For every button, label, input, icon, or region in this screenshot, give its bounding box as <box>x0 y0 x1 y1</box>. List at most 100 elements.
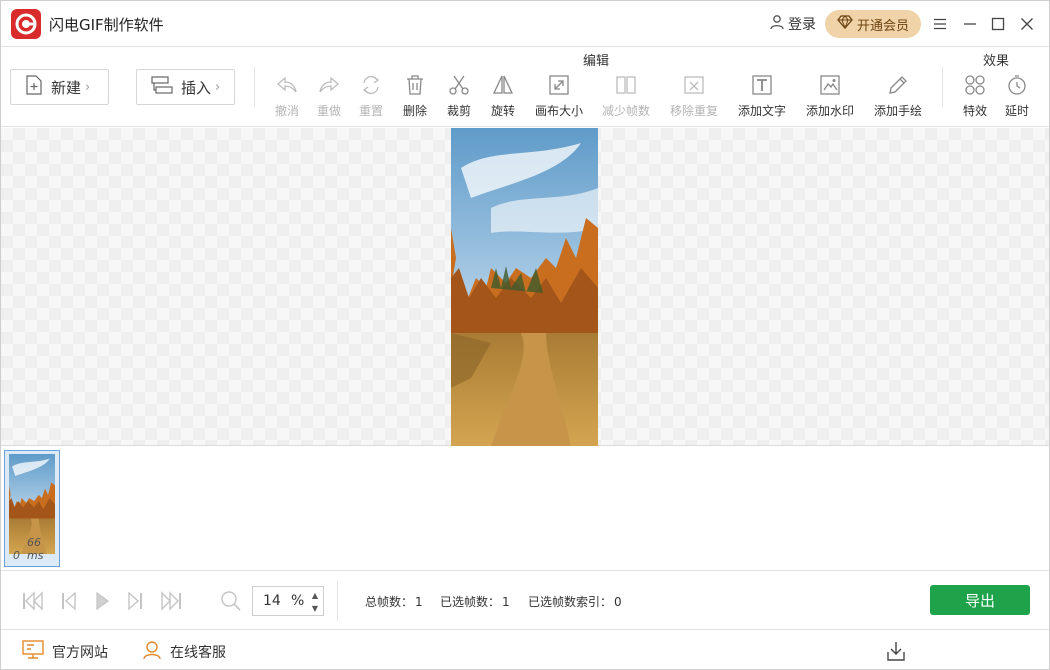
timer-icon <box>1005 73 1029 97</box>
total-frames-value: 1 <box>415 595 423 609</box>
trash-icon <box>403 73 427 97</box>
selected-frames-label: 已选帧数： <box>440 595 501 609</box>
tool-label: 添加水印 <box>805 104 854 118</box>
selected-index-stat: 已选帧数索引： 0 <box>528 593 622 610</box>
vip-label: 开通会员 <box>856 18 909 34</box>
effects-icon <box>963 73 987 97</box>
gif-preview-image <box>451 128 598 446</box>
vip-button[interactable]: 开通会员 <box>825 10 921 38</box>
login-button[interactable]: 登录 <box>769 14 816 34</box>
tool-label: 延时 <box>1004 104 1029 118</box>
tool-label: 撤消 <box>274 104 299 118</box>
zoom-unit: % <box>291 593 305 609</box>
zoom-icon <box>219 590 243 612</box>
selected-frames-stat: 已选帧数： 1 <box>440 593 510 610</box>
login-label: 登录 <box>788 17 816 33</box>
chevron-right-icon: › <box>85 79 91 95</box>
monitor-icon <box>22 640 44 664</box>
zoom-decrease-icon[interactable]: ▼ <box>309 602 321 614</box>
close-icon[interactable] <box>1016 13 1038 35</box>
pencil-icon <box>886 73 910 97</box>
insert-button[interactable]: 插入 › <box>136 69 235 105</box>
tool-rotate[interactable]: 旋转 <box>473 73 533 119</box>
menu-icon[interactable] <box>929 13 951 35</box>
toolbar-divider <box>942 67 943 107</box>
tool-label: 裁剪 <box>446 104 471 118</box>
canvas-resize-icon <box>547 73 571 97</box>
frame-index: 0 <box>13 549 20 562</box>
user-icon <box>769 14 785 34</box>
tool-remove-duplicates[interactable]: 移除重复 <box>664 73 724 119</box>
zoom-value[interactable]: 14 <box>263 593 281 609</box>
app-window: 闪电GIF制作软件 登录 开通会员 新建 › 插入 › 编辑 效果 撤消 重做 … <box>0 0 1050 670</box>
tool-label: 添加手绘 <box>873 104 922 118</box>
tool-add-text[interactable]: 添加文字 <box>732 73 792 119</box>
tool-delay[interactable]: 延时 <box>987 73 1047 119</box>
tool-label: 旋转 <box>490 104 515 118</box>
total-frames-stat: 总帧数： 1 <box>365 593 423 610</box>
support-icon <box>142 640 162 664</box>
official-website-label: 官方网站 <box>52 645 108 661</box>
minimize-icon[interactable] <box>959 13 981 35</box>
last-frame-icon[interactable] <box>159 590 183 612</box>
diamond-icon <box>837 15 853 33</box>
selected-frames-value: 1 <box>502 595 510 609</box>
text-icon <box>750 73 774 97</box>
total-frames-label: 总帧数： <box>365 595 414 609</box>
tool-label: 特效 <box>962 104 987 118</box>
tool-label: 画布大小 <box>534 104 583 118</box>
online-support-link[interactable]: 在线客服 <box>142 640 226 664</box>
playback-controls: 14 % ▲ ▼ 总帧数： 1 已选帧数： 1 已选帧数索引： 0 导出 <box>1 572 1049 630</box>
undo-icon <box>275 73 299 97</box>
tool-label: 重做 <box>316 104 341 118</box>
tool-label: 移除重复 <box>669 104 718 118</box>
selected-index-label: 已选帧数索引： <box>528 595 613 609</box>
toolbar-divider <box>254 67 255 107</box>
frame-duration: 66 ms <box>27 536 44 562</box>
online-support-label: 在线客服 <box>170 645 226 661</box>
chevron-right-icon: › <box>215 79 221 95</box>
official-website-link[interactable]: 官方网站 <box>22 640 108 664</box>
new-button[interactable]: 新建 › <box>10 69 109 105</box>
scissors-icon <box>447 73 471 97</box>
footer: 官方网站 在线客服 <box>1 631 1049 669</box>
play-icon[interactable] <box>90 590 114 612</box>
tool-label: 删除 <box>402 104 427 118</box>
toolbar: 新建 › 插入 › 编辑 效果 撤消 重做 重置 删除 裁剪 旋转 画布大小 减… <box>1 47 1049 127</box>
redo-icon <box>317 73 341 97</box>
selected-index-value: 0 <box>614 595 622 609</box>
frame-thumbnail[interactable]: 0 66 ms <box>4 450 60 567</box>
new-label: 新建 <box>51 78 82 97</box>
first-frame-icon[interactable] <box>21 590 45 612</box>
app-logo-icon <box>11 9 41 39</box>
reset-icon <box>359 73 383 97</box>
reduce-frames-icon <box>614 73 638 97</box>
tool-reduce-frames[interactable]: 减少帧数 <box>596 73 656 119</box>
download-icon[interactable] <box>885 640 907 662</box>
zoom-increase-icon[interactable]: ▲ <box>309 589 321 601</box>
effects-group-label: 效果 <box>983 54 1010 69</box>
new-file-icon <box>25 75 43 99</box>
watermark-icon <box>818 73 842 97</box>
insert-icon <box>151 76 173 98</box>
tool-canvas-size[interactable]: 画布大小 <box>529 73 589 119</box>
maximize-icon[interactable] <box>987 13 1009 35</box>
prev-frame-icon[interactable] <box>57 590 81 612</box>
tool-add-watermark[interactable]: 添加水印 <box>800 73 860 119</box>
flip-icon <box>491 73 515 97</box>
app-title: 闪电GIF制作软件 <box>49 16 164 34</box>
title-bar: 闪电GIF制作软件 登录 开通会员 <box>1 1 1049 47</box>
export-button[interactable]: 导出 <box>930 585 1030 615</box>
tool-label: 重置 <box>358 104 383 118</box>
insert-label: 插入 <box>181 78 212 97</box>
canvas-area[interactable] <box>1 128 1049 446</box>
controls-divider <box>337 581 338 621</box>
zoom-stepper[interactable]: 14 % ▲ ▼ <box>252 586 324 616</box>
edit-group-label: 编辑 <box>583 54 610 69</box>
tool-add-drawing[interactable]: 添加手绘 <box>868 73 928 119</box>
remove-duplicate-icon <box>682 73 706 97</box>
tool-label: 添加文字 <box>737 104 786 118</box>
frames-strip: 0 66 ms <box>1 447 1049 571</box>
tool-label: 减少帧数 <box>601 104 650 118</box>
next-frame-icon[interactable] <box>123 590 147 612</box>
